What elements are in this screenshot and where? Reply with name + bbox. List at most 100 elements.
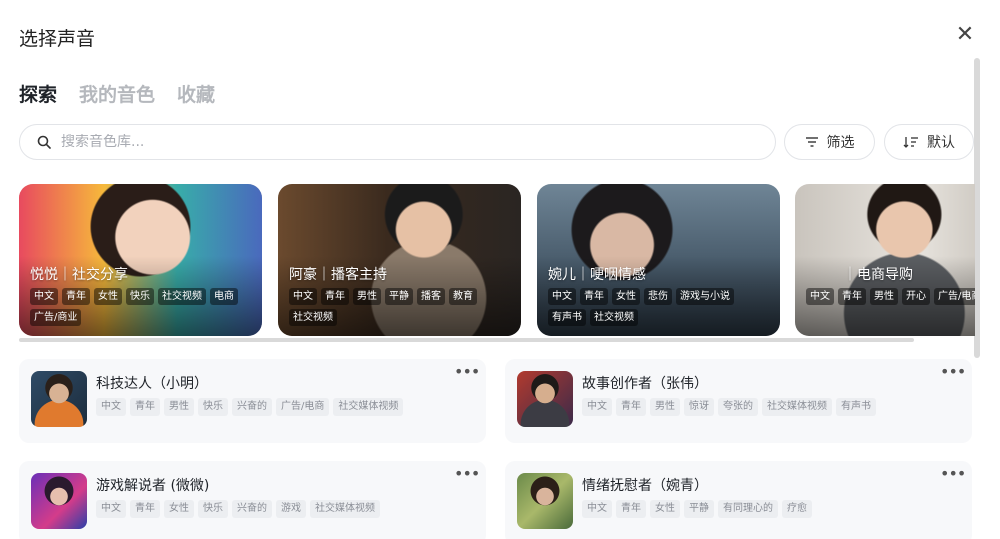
voice-name: 游戏解说者 (微微) [96, 478, 210, 494]
featured-card[interactable]: 悦悦｜社交分享 中文 青年 女性 快乐 社交视频 电商 广告/商业 [19, 184, 262, 336]
avatar [517, 371, 573, 427]
featured-card[interactable]: 阿豪｜播客主持 中文 青年 男性 平静 播客 教育 社交视频 [278, 184, 521, 336]
voice-tag: 青年 [616, 398, 646, 416]
voice-tag: 女性 [94, 288, 122, 305]
voice-tag: 青年 [62, 288, 90, 305]
avatar [31, 371, 87, 427]
featured-tags: 中文 青年 女性 快乐 社交视频 电商 广告/商业 [30, 288, 252, 326]
voice-tag: 社交媒体视频 [333, 398, 404, 416]
voice-tag: 开心 [902, 288, 930, 305]
voice-tag: 社交视频 [289, 309, 337, 326]
more-options-icon[interactable]: ••• [454, 466, 480, 485]
featured-card[interactable]: ｜电商导购 中文 青年 男性 开心 广告/电商 [795, 184, 975, 336]
filter-button[interactable]: 筛选 [784, 124, 875, 160]
voice-tag: 有声书 [548, 309, 586, 326]
sort-icon [903, 137, 918, 148]
voice-tag: 有同理心的 [718, 500, 778, 518]
voice-tag: 男性 [870, 288, 898, 305]
voice-tags: 中文 青年 女性 平静 有同理心的 疗愈 [582, 500, 962, 518]
voice-tag: 游戏与小说 [676, 288, 734, 305]
voice-tag: 夸张的 [718, 398, 758, 416]
featured-name: 悦悦｜社交分享 [30, 267, 128, 283]
sort-label: 默认 [927, 135, 955, 151]
voice-tag: 社交视频 [158, 288, 206, 305]
voice-tag: 女性 [650, 500, 680, 518]
voice-tag: 社交视频 [590, 309, 638, 326]
voice-tag: 惊讶 [684, 398, 714, 416]
voice-tag: 平静 [385, 288, 413, 305]
voice-tags: 中文 青年 女性 快乐 兴奋的 游戏 社交媒体视频 [96, 500, 476, 518]
voice-tag: 男性 [353, 288, 381, 305]
voice-tag: 教育 [449, 288, 477, 305]
more-options-icon[interactable]: ••• [940, 364, 966, 383]
voice-tag: 中文 [548, 288, 576, 305]
voice-tag: 快乐 [126, 288, 154, 305]
avatar [31, 473, 87, 529]
featured-name: 阿豪｜播客主持 [289, 267, 387, 283]
voice-tags: 中文 青年 男性 快乐 兴奋的 广告/电商 社交媒体视频 [96, 398, 476, 416]
more-options-icon[interactable]: ••• [940, 466, 966, 485]
voice-tag: 游戏 [276, 500, 306, 518]
voice-tag: 社交媒体视频 [310, 500, 380, 518]
voice-list-item[interactable]: 科技达人（小明） ••• 中文 青年 男性 快乐 兴奋的 广告/电商 社交媒体视… [19, 359, 486, 443]
featured-name: ｜电商导购 [843, 267, 913, 283]
featured-tags: 中文 青年 男性 平静 播客 教育 社交视频 [289, 288, 511, 326]
voice-tag: 电商 [210, 288, 238, 305]
voice-tag: 兴奋的 [232, 500, 272, 518]
voice-tag: 男性 [650, 398, 680, 416]
voice-tag: 中文 [289, 288, 317, 305]
voice-tag: 广告/商业 [30, 309, 82, 326]
search-input[interactable] [61, 134, 711, 150]
voice-tag: 中文 [582, 500, 612, 518]
voice-tag: 青年 [130, 500, 160, 518]
voice-tags: 中文 青年 男性 惊讶 夸张的 社交媒体视频 有声书 [582, 398, 962, 416]
featured-carousel: 悦悦｜社交分享 中文 青年 女性 快乐 社交视频 电商 广告/商业 阿豪｜播客主… [19, 184, 975, 336]
voice-name: 情绪抚慰者（婉青） [582, 478, 708, 494]
featured-tags: 中文 青年 男性 开心 广告/电商 [806, 288, 975, 305]
voice-tag: 女性 [164, 500, 194, 518]
sort-button[interactable]: 默认 [884, 124, 974, 160]
voice-list-item[interactable]: 游戏解说者 (微微) ••• 中文 青年 女性 快乐 兴奋的 游戏 社交媒体视频 [19, 461, 486, 539]
tab-explore[interactable]: 探索 [19, 80, 57, 107]
voice-tag: 疗愈 [782, 500, 812, 518]
voice-tag: 有声书 [836, 398, 876, 416]
avatar [517, 473, 573, 529]
voice-tag: 青年 [130, 398, 160, 416]
featured-card[interactable]: 婉儿｜哽咽情感 中文 青年 女性 悲伤 游戏与小说 有声书 社交视频 [537, 184, 780, 336]
voice-tag: 快乐 [198, 500, 228, 518]
voice-tag: 兴奋的 [232, 398, 272, 416]
filter-icon [805, 137, 818, 147]
featured-tags: 中文 青年 女性 悲伤 游戏与小说 有声书 社交视频 [548, 288, 770, 326]
voice-tag: 中文 [582, 398, 612, 416]
voice-tag: 青年 [838, 288, 866, 305]
search-bar[interactable] [19, 124, 776, 160]
voice-tag: 青年 [616, 500, 646, 518]
voice-name: 故事创作者（张伟） [582, 376, 708, 392]
tab-favorites[interactable]: 收藏 [177, 80, 215, 107]
voice-tag: 广告/电商 [276, 398, 330, 416]
voice-tag: 女性 [612, 288, 640, 305]
more-options-icon[interactable]: ••• [454, 364, 480, 383]
voice-name: 科技达人（小明） [96, 376, 208, 392]
voice-tag: 青年 [580, 288, 608, 305]
voice-tag: 悲伤 [644, 288, 672, 305]
close-icon[interactable]: ✕ [954, 24, 976, 46]
voice-tag: 中文 [96, 398, 126, 416]
tab-my-voices[interactable]: 我的音色 [79, 80, 155, 107]
voice-tag: 播客 [417, 288, 445, 305]
voice-tag: 广告/电商 [934, 288, 975, 305]
voice-tag: 社交媒体视频 [762, 398, 832, 416]
voice-tag: 平静 [684, 500, 714, 518]
voice-tag: 中文 [96, 500, 126, 518]
horizontal-scrollbar[interactable] [19, 338, 914, 342]
voice-tag: 青年 [321, 288, 349, 305]
tab-bar: 探索 我的音色 收藏 [19, 80, 215, 107]
search-icon [37, 135, 51, 149]
voice-list-item[interactable]: 故事创作者（张伟） ••• 中文 青年 男性 惊讶 夸张的 社交媒体视频 有声书 [505, 359, 972, 443]
voice-tag: 中文 [30, 288, 58, 305]
filter-label: 筛选 [826, 135, 855, 151]
voice-list-item[interactable]: 情绪抚慰者（婉青） ••• 中文 青年 女性 平静 有同理心的 疗愈 [505, 461, 972, 539]
voice-tag: 快乐 [198, 398, 228, 416]
dialog-header: 选择声音 ✕ [0, 0, 1000, 72]
voice-tag: 中文 [806, 288, 834, 305]
